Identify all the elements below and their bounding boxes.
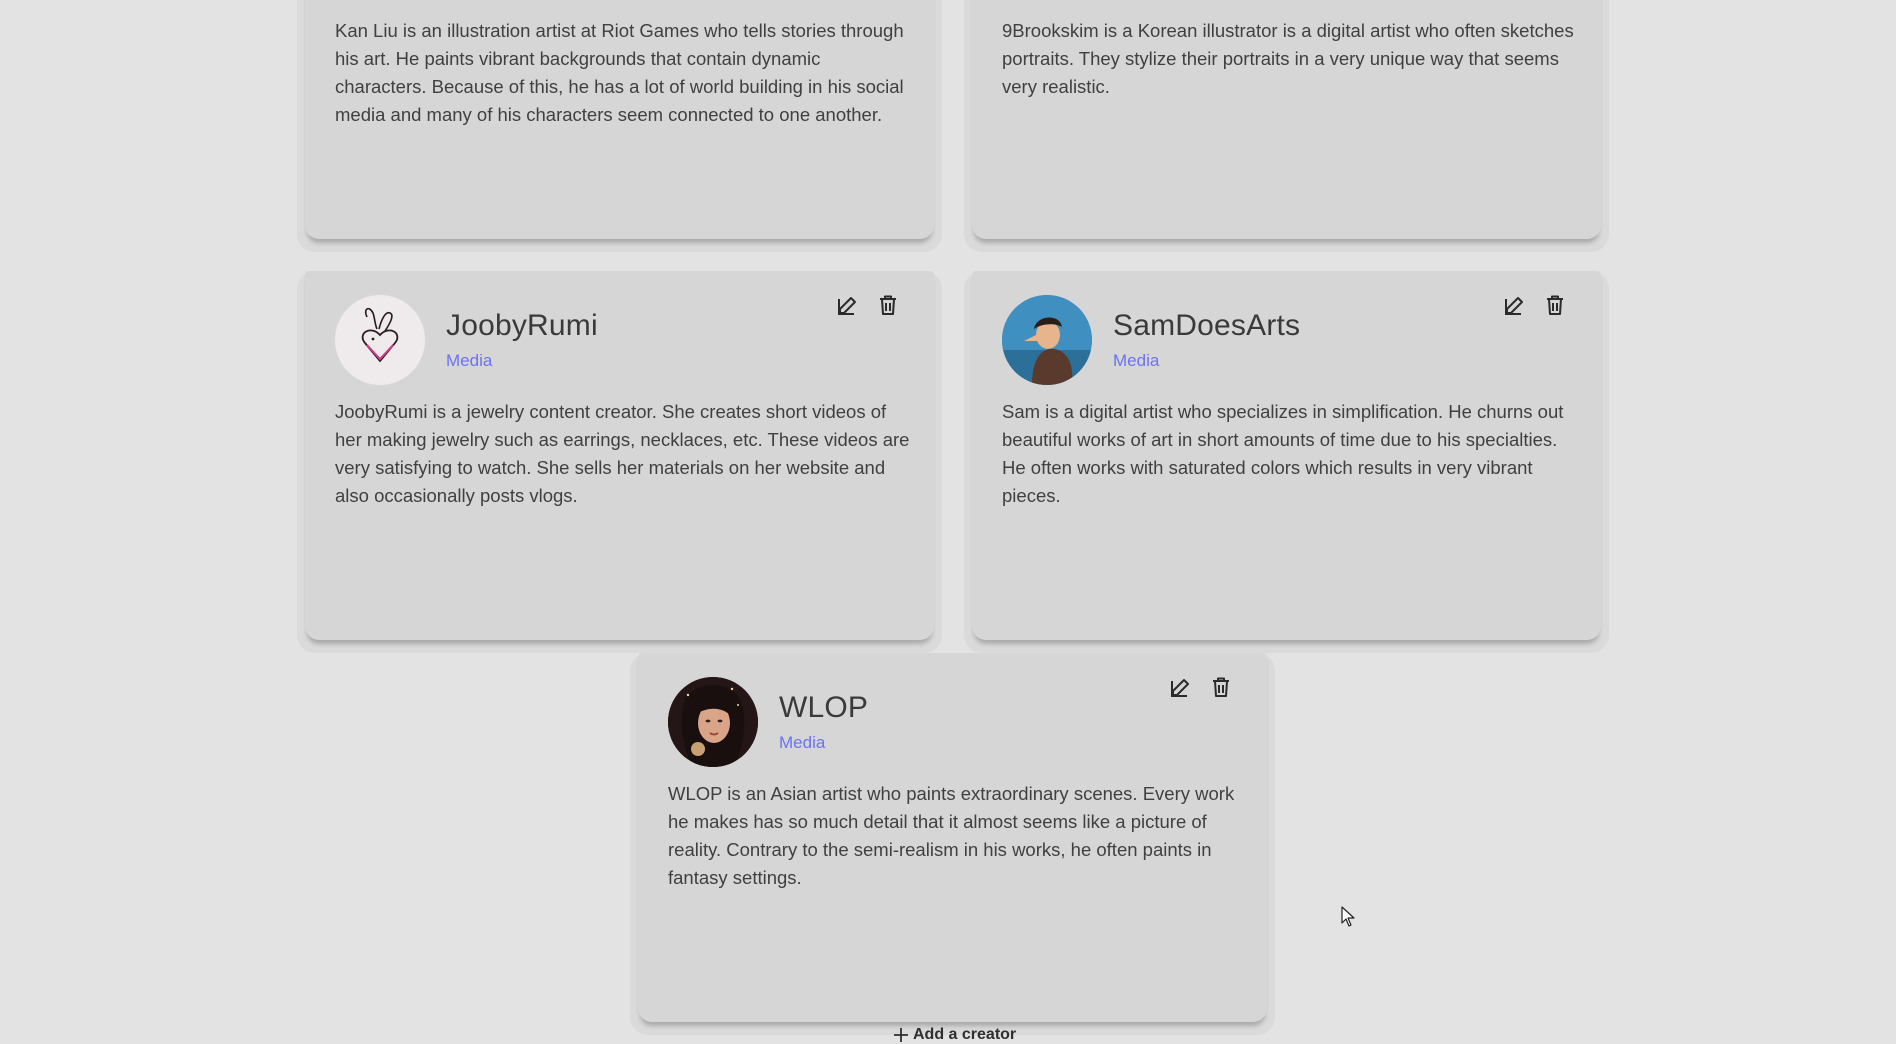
creator-description: 9Brookskim is a Korean illustrator is a … xyxy=(1002,20,1574,97)
creator-avatar xyxy=(668,677,758,767)
card-actions xyxy=(1503,293,1567,317)
creator-card-body: SamDoesArts Media Sam is a digital artis… xyxy=(972,271,1601,640)
avatar-portrait-image xyxy=(1002,295,1092,385)
card-actions xyxy=(836,293,900,317)
creator-description: Kan Liu is an illustration artist at Rio… xyxy=(335,20,904,125)
creator-description: Sam is a digital artist who specializes … xyxy=(1002,401,1564,506)
edit-creator-button[interactable] xyxy=(836,293,860,317)
pencil-square-icon xyxy=(1505,297,1523,315)
bunny-heart-icon xyxy=(335,295,425,385)
delete-creator-button[interactable] xyxy=(876,293,900,317)
creator-category-link[interactable]: Media xyxy=(779,733,825,753)
creator-card-wlop: WLOP Media WLOP is an Asian artist who p… xyxy=(630,653,1275,1035)
creator-category-link[interactable]: Media xyxy=(446,351,492,371)
creator-name: WLOP xyxy=(779,691,869,724)
creator-card-body: 9Brookskim is a Korean illustrator is a … xyxy=(972,0,1601,239)
trash-icon xyxy=(1213,677,1229,697)
creator-description: JoobyRumi is a jewelry content creator. … xyxy=(335,401,910,506)
creator-name: JoobyRumi xyxy=(446,309,598,342)
creator-card-kan-liu: Kan Liu is an illustration artist at Rio… xyxy=(297,0,942,252)
delete-creator-button[interactable] xyxy=(1543,293,1567,317)
card-actions xyxy=(1169,675,1233,699)
creator-description: WLOP is an Asian artist who paints extra… xyxy=(668,783,1235,888)
creator-card-samdoesarts: SamDoesArts Media Sam is a digital artis… xyxy=(964,271,1609,653)
creator-card-body: WLOP Media WLOP is an Asian artist who p… xyxy=(638,653,1267,1022)
add-creator-button[interactable]: Add a creator xyxy=(893,1026,1016,1044)
delete-creator-button[interactable] xyxy=(1209,675,1233,699)
edit-creator-button[interactable] xyxy=(1503,293,1527,317)
creator-name: SamDoesArts xyxy=(1113,309,1301,342)
creator-card-9brookskim: 9Brookskim is a Korean illustrator is a … xyxy=(964,0,1609,252)
creator-card-joobyrumi: JoobyRumi Media JoobyRumi is a jewelry c… xyxy=(297,271,942,653)
trash-icon xyxy=(1547,295,1563,315)
creators-page: Kan Liu is an illustration artist at Rio… xyxy=(0,0,1896,1044)
avatar-portrait-image xyxy=(668,677,758,767)
pencil-square-icon xyxy=(1171,679,1189,697)
add-creator-label: Add a creator xyxy=(913,1026,1017,1043)
creator-avatar xyxy=(335,295,425,385)
trash-icon xyxy=(880,295,896,315)
pencil-square-icon xyxy=(838,297,856,315)
mouse-cursor-icon xyxy=(1341,906,1357,933)
creator-card-body: Kan Liu is an illustration artist at Rio… xyxy=(305,0,934,239)
plus-icon xyxy=(894,1028,908,1042)
creator-avatar xyxy=(1002,295,1092,385)
edit-creator-button[interactable] xyxy=(1169,675,1193,699)
creator-card-body: JoobyRumi Media JoobyRumi is a jewelry c… xyxy=(305,271,934,640)
creator-category-link[interactable]: Media xyxy=(1113,351,1159,371)
